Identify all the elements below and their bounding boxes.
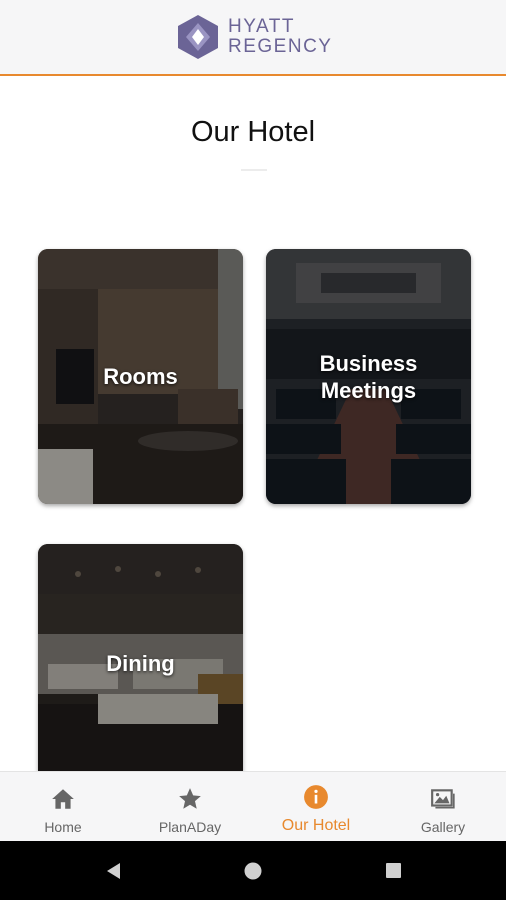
tab-our-hotel[interactable]: Our Hotel bbox=[253, 772, 379, 842]
bottom-tab-bar: Home PlanADay Our Hotel Gallery bbox=[0, 771, 506, 842]
title-divider bbox=[241, 169, 267, 171]
page-title: Our Hotel bbox=[190, 116, 316, 148]
dining-card[interactable]: Dining bbox=[38, 544, 243, 771]
tab-home[interactable]: Home bbox=[0, 772, 126, 842]
business-meetings-label: Business Meetings bbox=[319, 350, 418, 403]
rooms-label: Rooms bbox=[103, 364, 178, 389]
hyatt-regency-logo: HYATT REGENCY bbox=[177, 14, 337, 62]
back-icon[interactable] bbox=[104, 861, 124, 881]
recents-icon[interactable] bbox=[384, 861, 404, 881]
tab-planaday[interactable]: PlanADay bbox=[127, 772, 253, 842]
tab-gallery[interactable]: Gallery bbox=[380, 772, 506, 842]
system-navigation-bar bbox=[0, 841, 506, 900]
tab-planaday-label: PlanADay bbox=[158, 819, 222, 835]
brand-text: HYATT REGENCY bbox=[228, 17, 332, 57]
dining-label: Dining bbox=[106, 650, 175, 676]
rooms-card[interactable]: Rooms bbox=[38, 249, 243, 504]
hyatt-logo-icon bbox=[178, 15, 218, 59]
tab-our-hotel-label: Our Hotel bbox=[281, 817, 351, 834]
business-meetings-card[interactable]: Business Meetings bbox=[266, 249, 471, 504]
brand-line-1: HYATT bbox=[228, 16, 295, 37]
home-button-icon[interactable] bbox=[243, 861, 263, 881]
tab-gallery-label: Gallery bbox=[420, 819, 466, 835]
star-icon bbox=[179, 788, 201, 809]
app-header: HYATT REGENCY bbox=[0, 0, 506, 76]
tab-home-label: Home bbox=[44, 819, 82, 835]
brand-line-2: REGENCY bbox=[228, 36, 333, 57]
info-icon bbox=[304, 785, 328, 809]
gallery-icon bbox=[431, 789, 455, 809]
home-icon bbox=[52, 789, 74, 809]
